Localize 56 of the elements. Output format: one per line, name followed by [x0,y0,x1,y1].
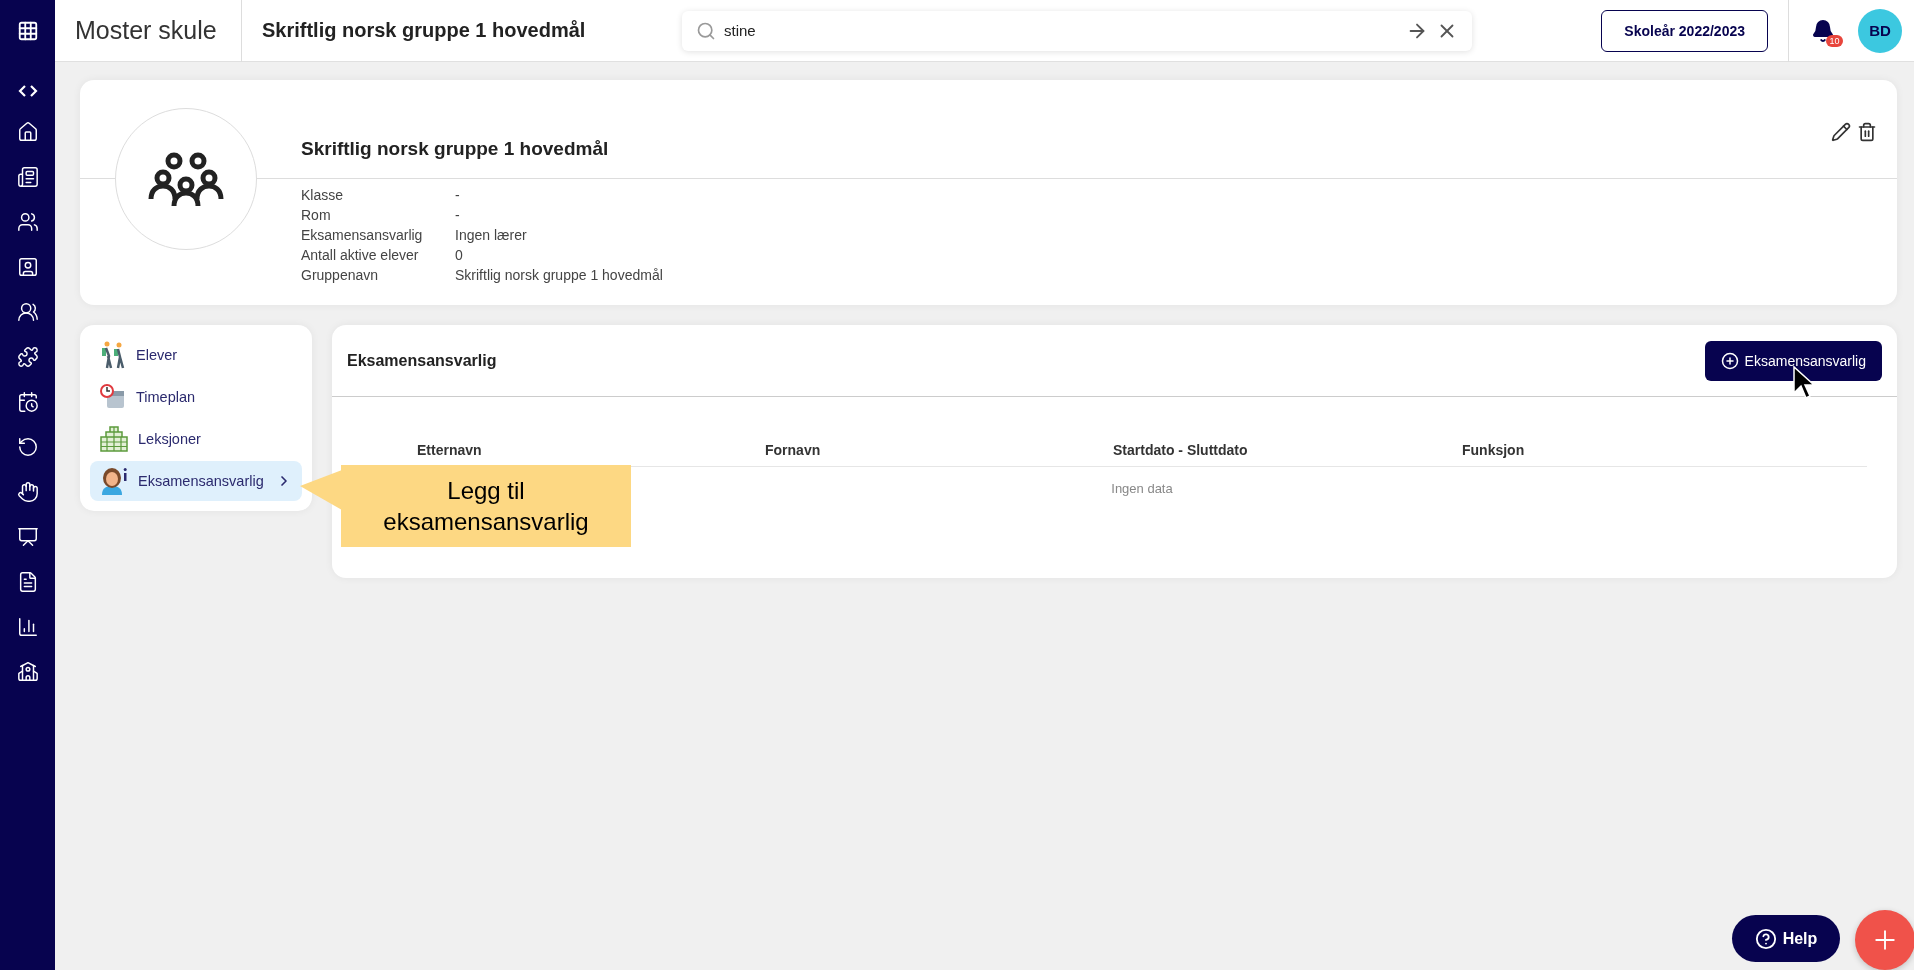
detail-value: 0 [455,246,464,265]
search-icon [696,20,716,41]
expand-arrows-icon[interactable] [17,84,38,98]
help-icon [1754,927,1777,950]
column-header: Funksjon [1462,442,1525,458]
add-fab-button[interactable] [1855,910,1914,970]
hikers-icon [100,341,126,369]
school-icon[interactable] [16,661,39,683]
plus-circle-icon [1720,351,1739,370]
detail-value: - [455,186,461,205]
delete-icon[interactable] [1857,122,1877,142]
menu-item[interactable]: Elever [90,335,302,375]
id-card-icon[interactable] [16,256,39,278]
newspaper-icon[interactable] [16,166,39,188]
user-avatar[interactable]: BD [1858,8,1902,53]
people-icon[interactable] [16,211,39,233]
calendar-clock-icon [100,384,126,410]
empty-text: Ingen data [1111,481,1173,496]
detail-label: Antall aktive elever [301,246,420,265]
menu-item[interactable]: Eksamensansvarlig [90,461,302,501]
menu-item[interactable]: Leksjoner [90,419,302,459]
detail-value: Ingen lærer [455,226,528,245]
detail-label: Eksamensansvarlig [301,226,424,245]
search-field[interactable]: stine [682,10,1472,51]
notification-badge: 10 [1826,34,1843,47]
group-icon[interactable] [16,301,39,323]
app-grid-icon[interactable] [16,20,39,42]
search-text: stine [724,22,757,39]
home-icon[interactable] [16,121,39,143]
group-title: Skriftlig norsk gruppe 1 hovedmål [301,138,610,160]
column-header: Startdato - Sluttdato [1113,442,1248,458]
group-icon [148,151,224,207]
help-button[interactable]: Help [1732,915,1840,962]
calendar-clock-icon[interactable] [16,391,39,413]
detail-label: Rom [301,206,332,225]
school-year-button[interactable]: Skoleår 2022/2023 [1601,9,1768,52]
bar-chart-icon[interactable] [16,616,39,638]
detail-label: Gruppenavn [301,266,380,285]
callout-pointer [300,470,342,510]
detail-value: Skriftlig norsk gruppe 1 hovedmål [455,266,663,285]
add-button[interactable]: Eksamensansvarlig [1704,340,1882,381]
puzzle-icon[interactable] [16,346,39,368]
column-header: Fornavn [765,442,821,458]
edit-icon[interactable] [1831,122,1851,142]
blocks-icon [100,426,128,452]
section-title: Eksamensansvarlig [347,351,498,370]
woman-info-icon [100,467,128,495]
rotate-icon[interactable] [16,436,39,458]
column-header: Etternavn [417,442,482,458]
page-title: Skriftlig norsk gruppe 1 hovedmål [261,19,587,42]
hand-icon[interactable] [16,481,39,503]
detail-value: - [455,206,461,225]
callout: Legg til eksamensansvarlig [341,465,631,547]
menu-item[interactable]: Timeplan [90,377,302,417]
detail-label: Klasse [301,186,345,205]
app-title: Moster skule [55,0,242,62]
